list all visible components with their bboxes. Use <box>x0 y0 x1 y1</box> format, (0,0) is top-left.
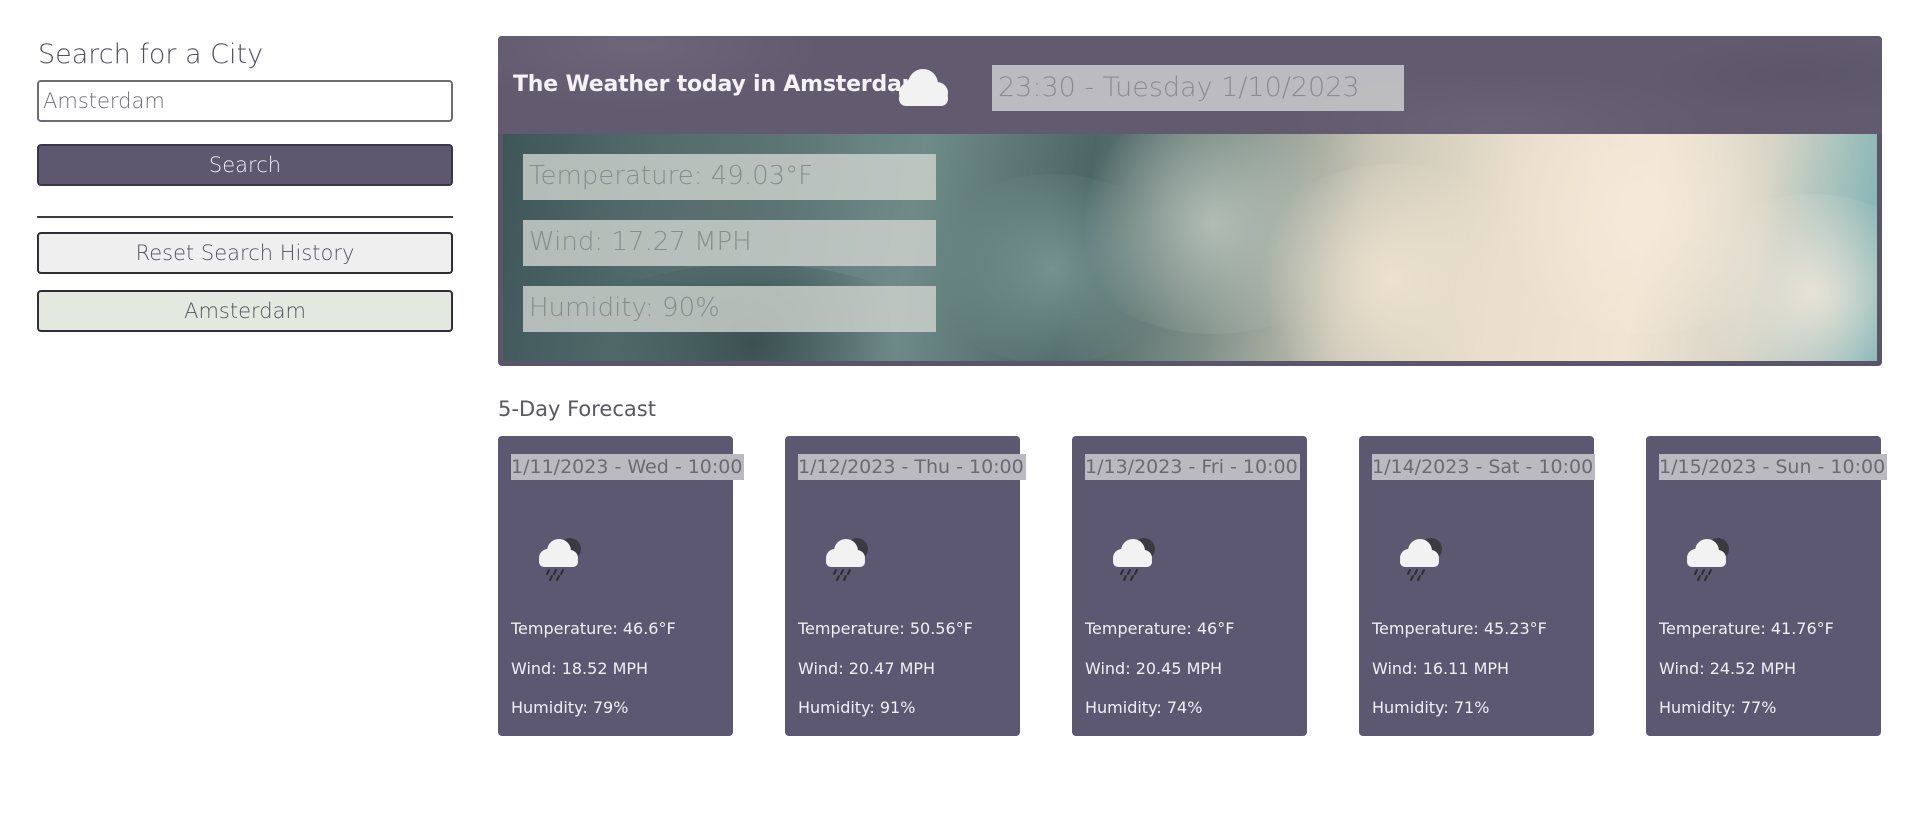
forecast-humidity: Humidity: 77% <box>1659 698 1777 717</box>
forecast-card: 1/14/2023 - Sat - 10:00 Temperature: 45.… <box>1359 436 1596 736</box>
forecast-wind: Wind: 16.11 MPH <box>1372 659 1510 678</box>
current-humidity: Humidity: 90% <box>523 286 936 332</box>
forecast-wind: Wind: 20.47 MPH <box>798 659 936 678</box>
current-wind: Wind: 17.27 MPH <box>523 220 936 266</box>
forecast-date: 1/13/2023 - Fri - 10:00 <box>1085 454 1300 480</box>
sky-background-image: Temperature: 49.03°F Wind: 17.27 MPH Hum… <box>503 134 1877 361</box>
forecast-humidity: Humidity: 79% <box>511 698 629 717</box>
search-button[interactable]: Search <box>37 144 453 186</box>
forecast-wind: Wind: 24.52 MPH <box>1659 659 1797 678</box>
forecast-temperature: Temperature: 41.76°F <box>1659 619 1834 638</box>
current-weather-card: The Weather today in Amsterdam 23:30 - T… <box>498 36 1882 366</box>
reset-search-history-button[interactable]: Reset Search History <box>37 232 453 274</box>
forecast-card: 1/11/2023 - Wed - 10:00 Temperature: 46.… <box>498 436 745 736</box>
forecast-date: 1/12/2023 - Thu - 10:00 <box>798 454 1026 480</box>
current-weather-header: The Weather today in Amsterdam 23:30 - T… <box>498 36 1882 134</box>
city-search-input[interactable] <box>37 80 453 122</box>
forecast-temperature: Temperature: 50.56°F <box>798 619 973 638</box>
forecast-date: 1/15/2023 - Sun - 10:00 <box>1659 454 1888 480</box>
current-weather-title: The Weather today in Amsterdam <box>513 72 925 97</box>
rain-cloud-icon <box>1113 538 1155 581</box>
forecast-humidity: Humidity: 74% <box>1085 698 1203 717</box>
forecast-wind: Wind: 20.45 MPH <box>1085 659 1223 678</box>
search-title: Search for a City <box>38 39 264 70</box>
search-sidebar: Search for a City Search Reset Search Hi… <box>37 36 453 332</box>
forecast-temperature: Temperature: 46.6°F <box>511 619 676 638</box>
forecast-temperature: Temperature: 45.23°F <box>1372 619 1547 638</box>
forecast-card: 1/12/2023 - Thu - 10:00 Temperature: 50.… <box>785 436 1026 736</box>
forecast-wind: Wind: 18.52 MPH <box>511 659 649 678</box>
forecast-date: 1/14/2023 - Sat - 10:00 <box>1372 454 1596 480</box>
current-temperature: Temperature: 49.03°F <box>523 154 936 200</box>
forecast-date: 1/11/2023 - Wed - 10:00 <box>511 454 745 480</box>
rain-cloud-icon <box>1687 538 1729 581</box>
rain-cloud-icon <box>539 538 581 581</box>
history-item-amsterdam[interactable]: Amsterdam <box>37 290 453 332</box>
forecast-card: 1/13/2023 - Fri - 10:00 Temperature: 46°… <box>1072 436 1307 736</box>
forecast-card: 1/15/2023 - Sun - 10:00 Temperature: 41.… <box>1646 436 1888 736</box>
forecast-humidity: Humidity: 71% <box>1372 698 1490 717</box>
forecast-title: 5-Day Forecast <box>498 397 656 421</box>
rain-cloud-icon <box>826 538 868 581</box>
current-datetime: 23:30 - Tuesday 1/10/2023 <box>992 65 1404 111</box>
forecast-humidity: Humidity: 91% <box>798 698 916 717</box>
forecast-temperature: Temperature: 46°F <box>1085 619 1235 638</box>
rain-cloud-icon <box>1400 538 1442 581</box>
sidebar-divider <box>37 216 453 218</box>
cloud-icon <box>899 69 948 106</box>
